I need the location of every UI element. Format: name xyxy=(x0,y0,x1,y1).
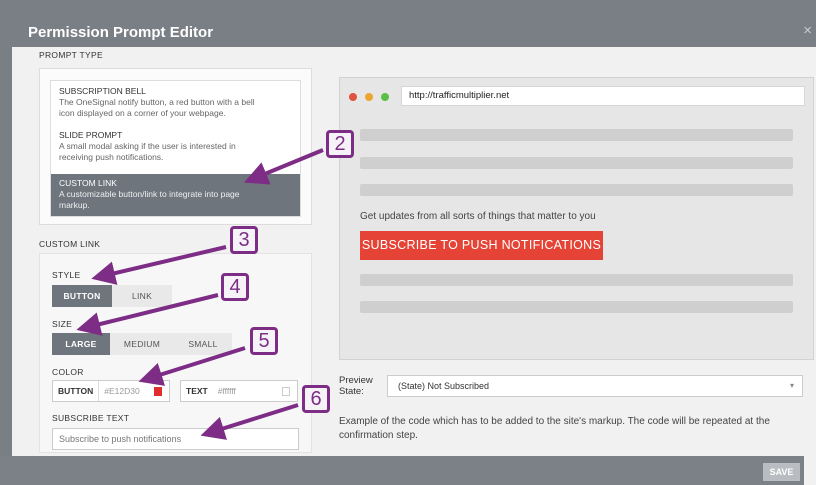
annotation-badge-2: 2 xyxy=(326,130,354,158)
annotation-badge-6: 6 xyxy=(302,385,330,413)
annotation-arrow-3 xyxy=(91,245,227,285)
annotation-arrows xyxy=(76,148,324,440)
annotation-arrow-5 xyxy=(138,346,246,386)
annotation-badge-5: 5 xyxy=(250,327,278,355)
annotation-arrow-4 xyxy=(76,293,219,336)
annotation-arrow-6 xyxy=(200,403,299,440)
annotation-badge-4: 4 xyxy=(221,273,249,301)
annotation-arrow-2 xyxy=(243,148,324,185)
annotation-badge-3: 3 xyxy=(230,226,258,254)
